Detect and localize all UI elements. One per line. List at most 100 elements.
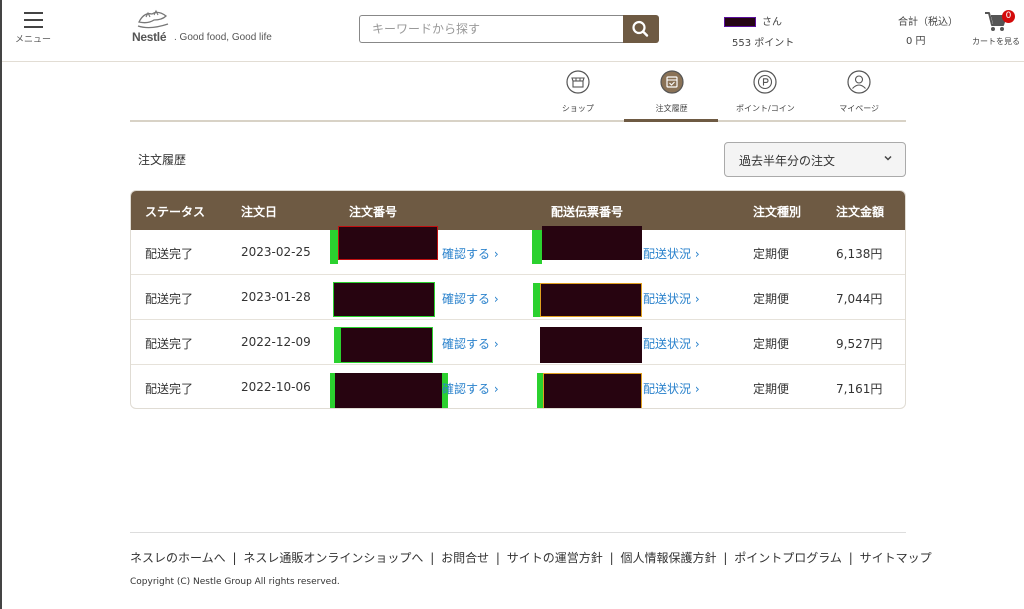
tracking-status-link[interactable]: 配送状況 ›: [643, 245, 700, 262]
footer-separator: |: [609, 551, 614, 565]
cart-total: 合計（税込） 0 円: [898, 13, 968, 47]
footer-link-site-policy[interactable]: サイトの運営方針: [507, 551, 603, 565]
search-button[interactable]: [623, 15, 659, 43]
redaction-highlight: [533, 283, 540, 317]
redacted-order-number: [340, 327, 433, 363]
tracking-link-label: 配送状況: [643, 337, 692, 351]
tab-label: マイページ: [839, 104, 880, 113]
footer-link-privacy[interactable]: 個人情報保護方針: [621, 551, 717, 565]
tracking-link-label: 配送状況: [643, 247, 692, 261]
footer-link-points-program[interactable]: ポイントプログラム: [734, 551, 842, 565]
hamburger-icon: [23, 12, 43, 14]
order-history-icon: [660, 70, 684, 94]
footer-link-online-shop[interactable]: ネスレ通販オンラインショップへ: [243, 551, 423, 565]
redacted-username: [724, 17, 756, 27]
table-row: 配送完了 2022-12-09 確認する › 配送状況 › 定期便 9,527円: [131, 320, 905, 365]
table-row: 配送完了 2023-01-28 確認する › 配送状況 › 定期便 7,044円: [131, 275, 905, 320]
footer-divider: [130, 532, 906, 533]
order-history-table: ステータス 注文日 注文番号 配送伝票番号 注文種別 注文金額 配送完了 202…: [130, 190, 906, 409]
mypage-icon: [847, 70, 871, 94]
table-header: ステータス 注文日 注文番号 配送伝票番号 注文種別 注文金額: [131, 191, 905, 230]
confirm-link-label: 確認する: [442, 247, 491, 261]
search-icon: [632, 20, 649, 37]
period-select[interactable]: 過去半年分の注文: [724, 142, 906, 177]
footer-separator: |: [430, 551, 435, 565]
tracking-status-link[interactable]: 配送状況 ›: [643, 380, 700, 397]
tab-points-coin[interactable]: ポイント/コイン: [719, 70, 813, 122]
confirm-order-link[interactable]: 確認する ›: [442, 335, 499, 352]
active-tab-indicator: [624, 119, 718, 122]
footer-separator: |: [723, 551, 728, 565]
tab-label: ポイント/コイン: [736, 104, 795, 113]
user-suffix: さん: [762, 17, 782, 28]
total-value: 0 円: [906, 36, 926, 47]
order-amount: 7,161円: [836, 382, 883, 396]
menu-label: メニュー: [14, 35, 51, 45]
period-select-value: 過去半年分の注文: [739, 154, 836, 168]
order-status: 配送完了: [145, 382, 194, 396]
tab-shop[interactable]: ショップ: [531, 70, 625, 122]
table-row: 配送完了 2022-10-06 確認する › 配送状況 › 定期便 7,161円: [131, 365, 905, 408]
order-date: 2023-01-28: [241, 290, 311, 304]
confirm-link-label: 確認する: [442, 382, 491, 396]
order-date: 2022-12-09: [241, 335, 311, 349]
column-header: ステータス: [145, 205, 206, 219]
column-header: 注文番号: [349, 205, 398, 219]
order-status: 配送完了: [145, 337, 194, 351]
order-type: 定期便: [753, 292, 790, 306]
confirm-order-link[interactable]: 確認する ›: [442, 380, 499, 397]
points-coin-icon: [753, 70, 777, 94]
order-date: 2022-10-06: [241, 380, 311, 394]
shop-icon: [566, 70, 590, 94]
column-header: 配送伝票番号: [551, 205, 624, 219]
footer-separator: |: [232, 551, 237, 565]
order-type: 定期便: [753, 337, 790, 351]
footer-link-sitemap[interactable]: サイトマップ: [860, 551, 932, 565]
order-type: 定期便: [753, 247, 790, 261]
order-status: 配送完了: [145, 247, 194, 261]
tabs-divider: [130, 120, 906, 122]
cart-button[interactable]: 0 カートを見る: [967, 10, 1024, 47]
footer-link-home[interactable]: ネスレのホームへ: [130, 551, 226, 565]
brand-tagline: . Good food, Good life: [174, 32, 272, 43]
confirm-link-label: 確認する: [442, 292, 491, 306]
column-header: 注文種別: [753, 205, 802, 219]
redacted-order-number: [333, 282, 435, 317]
redacted-order-number: [338, 226, 438, 260]
order-type: 定期便: [753, 382, 790, 396]
tab-order-history[interactable]: 注文履歴: [625, 70, 719, 122]
tab-label: 注文履歴: [655, 104, 688, 113]
confirm-order-link[interactable]: 確認する ›: [442, 290, 499, 307]
order-amount: 9,527円: [836, 337, 883, 351]
footer-separator: |: [495, 551, 500, 565]
redacted-tracking-number: [540, 327, 642, 363]
user-info[interactable]: さん 553 ポイント: [724, 13, 814, 49]
hamburger-icon-bar: [23, 26, 43, 28]
search-bar: [359, 15, 659, 43]
brand-name: Nestlé: [132, 30, 167, 44]
order-amount: 6,138円: [836, 247, 883, 261]
site-header: メニュー Nestlé . Good food, Good life さん 55…: [2, 0, 1024, 62]
menu-button[interactable]: メニュー: [14, 12, 52, 45]
user-points: 553 ポイント: [732, 38, 795, 49]
tracking-link-label: 配送状況: [643, 382, 692, 396]
footer-links: ネスレのホームへ | ネスレ通販オンラインショップへ | お問合せ | サイトの…: [130, 549, 932, 566]
tracking-status-link[interactable]: 配送状況 ›: [643, 290, 700, 307]
nestle-logo[interactable]: Nestlé . Good food, Good life: [132, 8, 272, 48]
footer-link-contact[interactable]: お問合せ: [441, 551, 489, 565]
redacted-tracking-number: [540, 283, 642, 317]
total-label: 合計（税込）: [898, 17, 958, 28]
redaction-highlight: [532, 230, 542, 264]
search-input[interactable]: [359, 15, 623, 43]
confirm-link-label: 確認する: [442, 337, 491, 351]
nest-bird-icon: [137, 9, 169, 29]
tracking-status-link[interactable]: 配送状況 ›: [643, 335, 700, 352]
redacted-tracking-number: [543, 373, 642, 408]
order-amount: 7,044円: [836, 292, 883, 306]
tab-mypage[interactable]: マイページ: [812, 70, 906, 122]
cart-label: カートを見る: [972, 37, 1020, 46]
redacted-tracking-number: [542, 226, 642, 260]
page-title: 注文履歴: [138, 153, 187, 167]
confirm-order-link[interactable]: 確認する ›: [442, 245, 499, 262]
tab-label: ショップ: [561, 104, 594, 113]
